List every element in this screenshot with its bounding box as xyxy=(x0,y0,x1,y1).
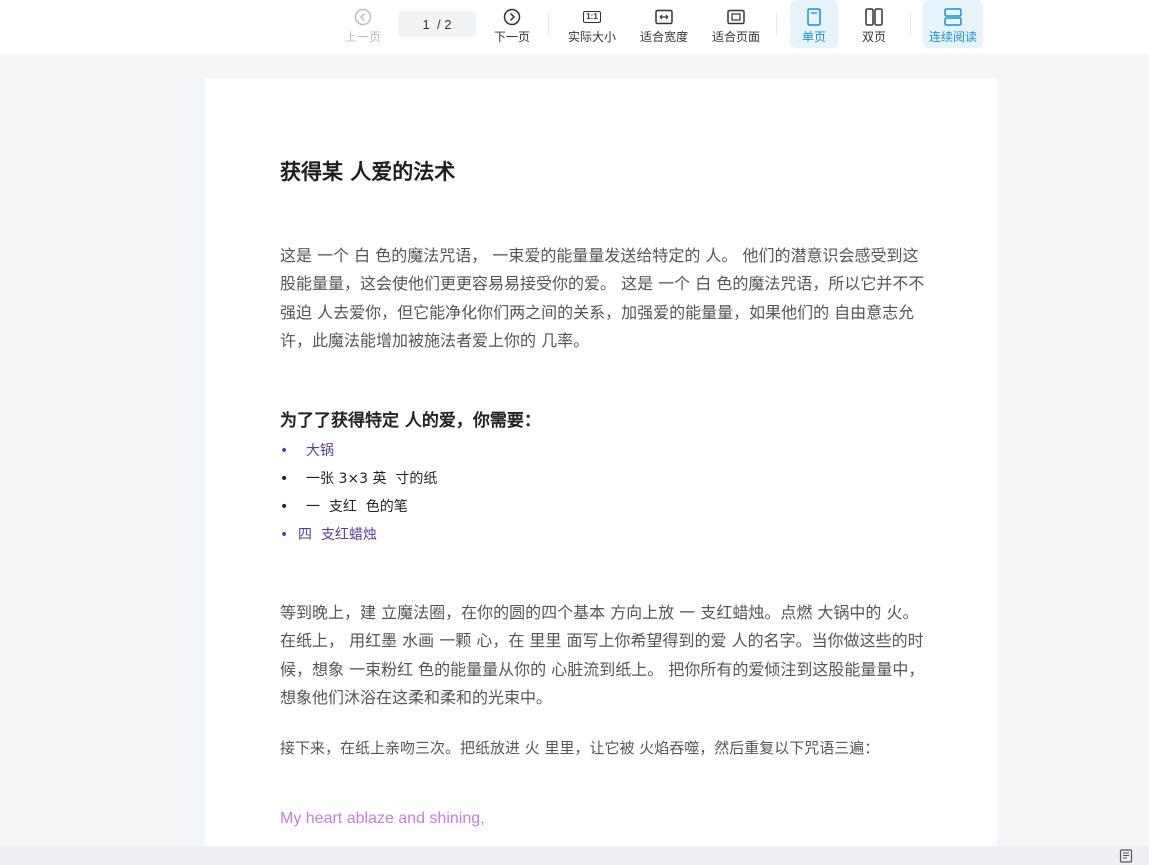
double-page-icon xyxy=(864,8,884,26)
intro-paragraph: 这是 一个 白 色的魔法咒语， 一束爱的能量量发送给特定的 人。 他们的潜意识会… xyxy=(280,246,925,351)
actual-size-button[interactable]: 1:1 实际大小 xyxy=(564,0,620,50)
double-page-button[interactable]: 双页 xyxy=(852,0,896,50)
continuous-reading-button[interactable]: 连续阅读 xyxy=(923,0,983,48)
fit-width-button[interactable]: 适合宽度 xyxy=(636,0,692,50)
toolbar-divider xyxy=(776,12,777,36)
fit-width-label: 适合宽度 xyxy=(639,30,688,44)
list-item: • 一 支红 色的笔 xyxy=(280,493,437,521)
bookmark-icon[interactable] xyxy=(1119,849,1133,863)
toolbar-divider xyxy=(548,12,549,36)
fit-page-icon xyxy=(726,8,746,26)
actual-size-icon: 1:1 xyxy=(582,8,602,26)
single-page-icon xyxy=(804,8,824,26)
list-bullet: • xyxy=(280,527,289,543)
continuous-reading-label: 连续阅读 xyxy=(928,30,977,44)
list-item: • 大锅 xyxy=(280,437,437,465)
list-item-text: 大锅 xyxy=(306,443,334,459)
list-bullet: • xyxy=(280,443,289,459)
actual-size-icon-glyph: 1:1 xyxy=(583,11,601,23)
prev-page-label: 上一页 xyxy=(344,30,381,44)
instructions-paragraph: 等到晚上，建 立魔法圈，在你的圆的四个基本 方向上放 一 支红蜡烛。点燃 大锅中… xyxy=(280,603,925,708)
fit-page-button[interactable]: 适合页面 xyxy=(708,0,764,50)
list-item-text: 四 支红蜡烛 xyxy=(298,527,377,543)
document-page: 获得某 人爱的法术 这是 一个 白 色的魔法咒语， 一束爱的能量量发送给特定的 … xyxy=(204,78,997,865)
viewer-toolbar: 上一页 1 / 2 下一页 1:1 实际大小 适合宽度 适合页面 单页 双页 连… xyxy=(0,0,1149,54)
single-page-button[interactable]: 单页 xyxy=(790,0,838,48)
actual-size-label: 实际大小 xyxy=(567,30,616,44)
spell-verse-line: My heart ablaze and shining, xyxy=(280,810,485,827)
arrow-left-circle-icon xyxy=(353,8,373,26)
list-item-text: 一 支红 色的笔 xyxy=(306,499,408,515)
single-page-label: 单页 xyxy=(801,30,826,44)
double-page-label: 双页 xyxy=(861,30,886,44)
list-item: • 四 支红蜡烛 xyxy=(280,521,437,549)
list-item: • 一张 3×3 英 寸的纸 xyxy=(280,465,437,493)
page-number-text: 1 / 2 xyxy=(422,16,452,32)
toolbar-divider xyxy=(910,12,911,36)
next-page-label: 下一页 xyxy=(493,30,530,44)
fit-width-icon xyxy=(654,8,674,26)
materials-heading: 为了了获得特定 人的爱，你需要： xyxy=(280,411,541,431)
materials-list: • 大锅 • 一张 3×3 英 寸的纸 • 一 支红 色的笔 • 四 支红蜡烛 xyxy=(280,437,437,549)
arrow-right-circle-icon xyxy=(502,8,522,26)
list-bullet: • xyxy=(280,471,289,487)
list-item-text: 一张 3×3 英 寸的纸 xyxy=(306,471,438,487)
fit-page-label: 适合页面 xyxy=(711,30,760,44)
next-page-button[interactable]: 下一页 xyxy=(490,0,534,50)
status-bar xyxy=(0,846,1149,865)
prev-page-button[interactable]: 上一页 xyxy=(341,0,385,50)
document-title: 获得某 人爱的法术 xyxy=(280,159,456,184)
next-steps-paragraph: 接下来，在纸上亲吻三次。把纸放进 火 里里，让它被 火焰吞噬，然后重复以下咒语三… xyxy=(280,739,880,757)
continuous-reading-icon xyxy=(943,8,963,26)
list-bullet: • xyxy=(280,499,289,515)
page-number-input[interactable]: 1 / 2 xyxy=(398,11,476,37)
